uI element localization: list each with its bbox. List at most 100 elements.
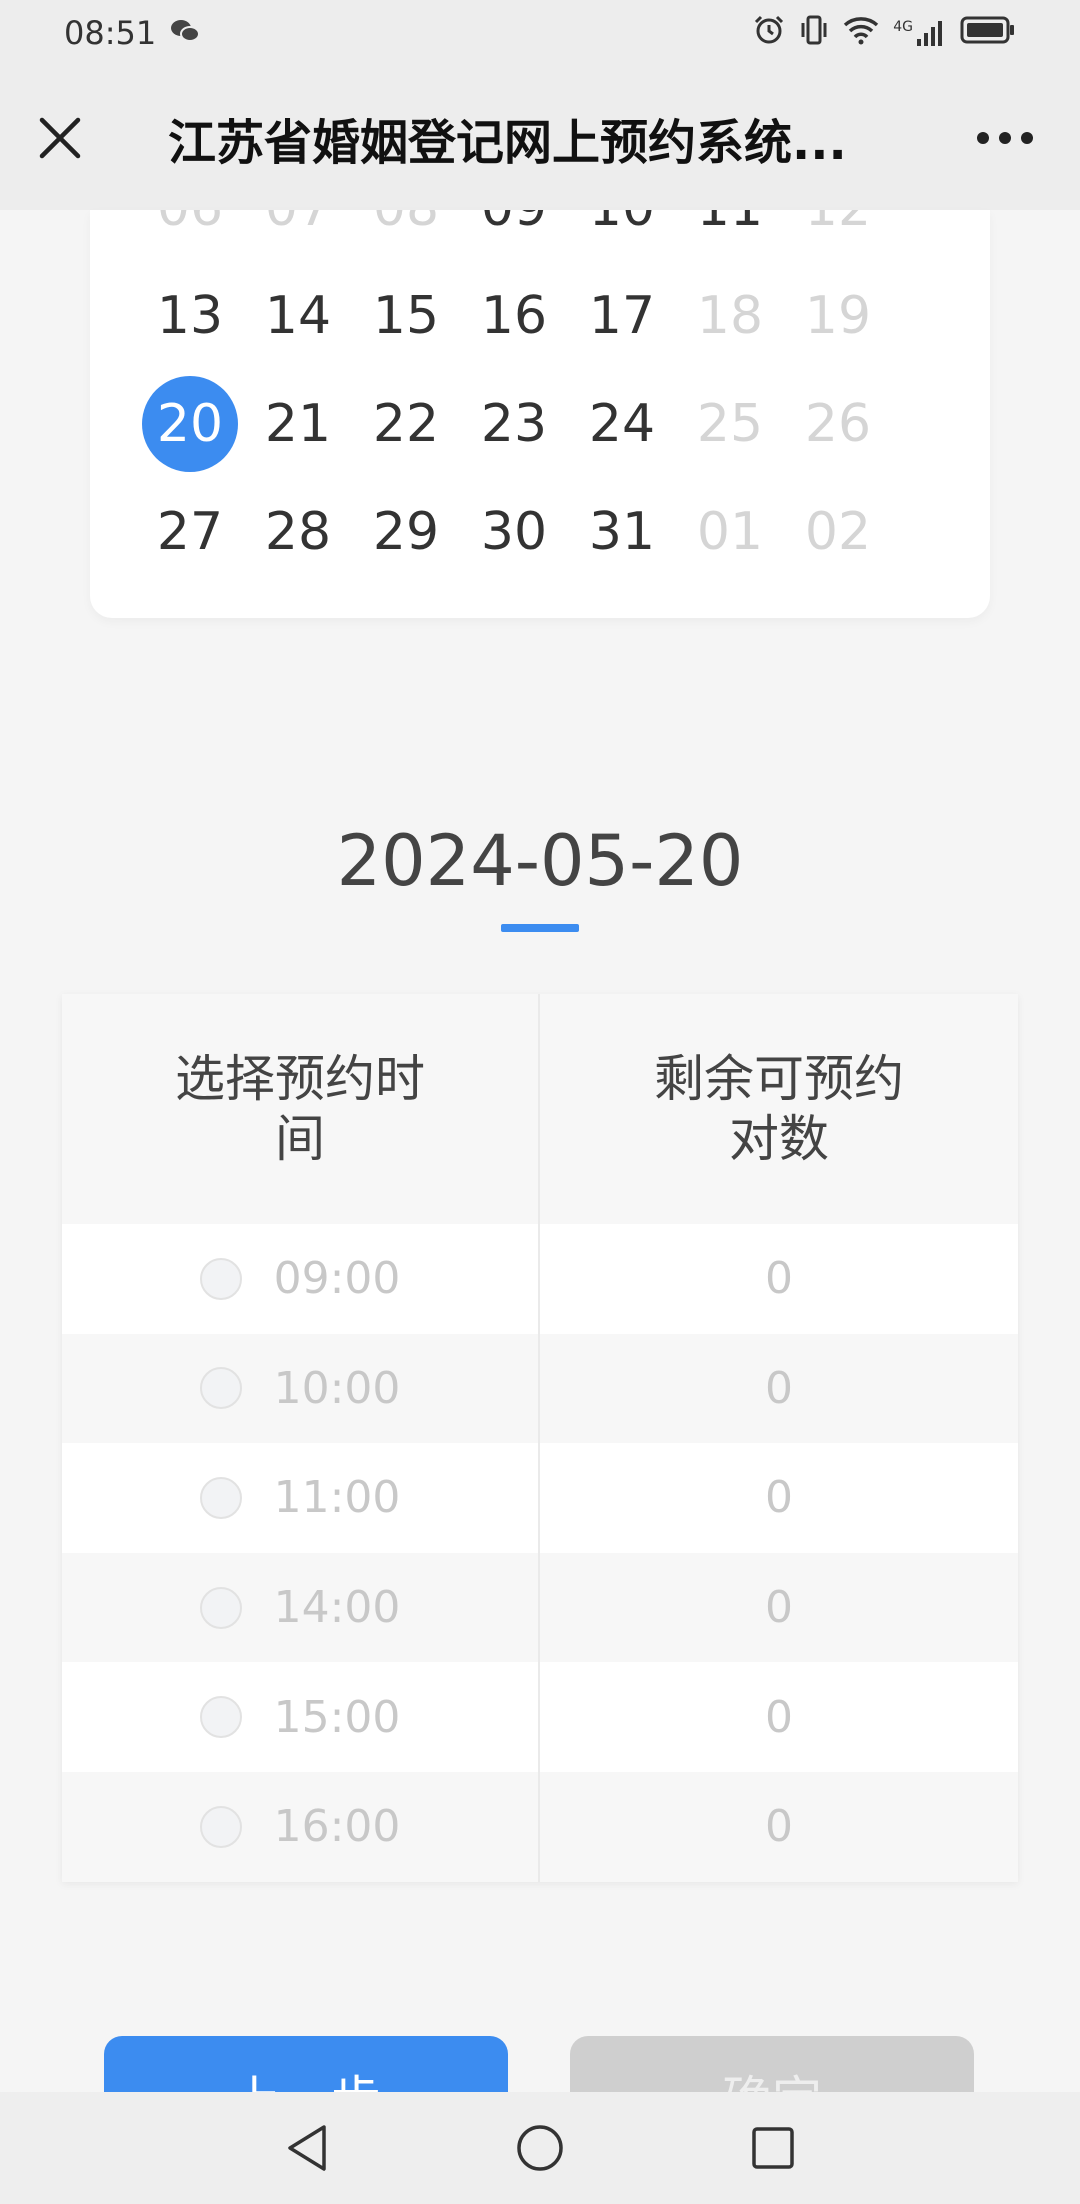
calendar-day[interactable]: 29 — [352, 478, 460, 586]
status-time: 08:51 — [64, 14, 157, 52]
network-type: 4G — [893, 19, 913, 35]
calendar-day-label: 31 — [588, 502, 656, 562]
status-bar: 08:51 4G — [0, 0, 1080, 66]
time-label: 14:00 — [273, 1582, 401, 1634]
calendar-day[interactable]: 23 — [460, 370, 568, 478]
remaining-cell: 0 — [765, 1582, 793, 1634]
date-underline — [501, 924, 579, 932]
calendar-day[interactable]: 16 — [460, 262, 568, 370]
calendar-day-label: 11 — [697, 210, 763, 238]
table-row: 09:00 0 — [62, 1224, 1018, 1334]
calendar-card: 06 07 08 09 10 11 12 13 14 15 16 17 18 19 20 21 22 23 24 25… — [90, 210, 990, 618]
calendar-day: 07 — [244, 210, 352, 262]
calendar-day-label: 26 — [804, 394, 872, 454]
calendar-day-label: 17 — [588, 286, 656, 346]
calendar-day-label: 06 — [157, 210, 223, 238]
more-button[interactable] — [930, 66, 1080, 210]
calendar-day-label: 01 — [696, 502, 764, 562]
calendar-day-selected[interactable]: 20 — [136, 370, 244, 478]
calendar-day: 25 — [676, 370, 784, 478]
time-slot-table: 选择预约时间 剩余可预约对数 09:00 0 10:00 0 11:00 0 14:00 0 1… — [62, 994, 1018, 1882]
time-radio[interactable] — [199, 1367, 242, 1410]
close-button[interactable] — [0, 66, 120, 210]
recents-button[interactable] — [733, 2108, 813, 2188]
table-row: 16:00 0 — [62, 1771, 1018, 1882]
time-cell[interactable]: 16:00 — [62, 1771, 540, 1882]
calendar-day-label: 14 — [264, 286, 332, 346]
back-button[interactable] — [267, 2108, 347, 2188]
more-icon — [977, 132, 989, 144]
time-radio[interactable] — [199, 1696, 242, 1739]
status-left: 08:51 — [64, 14, 201, 52]
calendar-day[interactable]: 15 — [352, 262, 460, 370]
calendar-day[interactable]: 09 — [460, 210, 568, 262]
calendar-day[interactable]: 17 — [568, 262, 676, 370]
table-row: 14:00 0 — [62, 1552, 1018, 1663]
calendar-day[interactable]: 21 — [244, 370, 352, 478]
recents-square-icon — [752, 2127, 795, 2169]
more-icon-dot — [1021, 132, 1033, 144]
calendar-day-label: 28 — [264, 502, 332, 562]
calendar-grid: 06 07 08 09 10 11 12 13 14 15 16 17 18 19 20 21 22 23 24 25… — [136, 210, 892, 586]
calendar-day-label: 21 — [264, 394, 332, 454]
calendar-day: 01 — [676, 478, 784, 586]
time-label: 16:00 — [273, 1801, 401, 1853]
time-radio[interactable] — [199, 1257, 242, 1300]
calendar-day[interactable]: 10 — [568, 210, 676, 262]
calendar-day[interactable]: 30 — [460, 478, 568, 586]
calendar-day[interactable]: 13 — [136, 262, 244, 370]
calendar-day-label: 12 — [805, 210, 871, 238]
calendar-day-label: 16 — [480, 286, 548, 346]
calendar-day-label: 22 — [372, 394, 440, 454]
remaining-cell: 0 — [765, 1362, 793, 1414]
calendar-day-label: 02 — [804, 502, 872, 562]
calendar-day-label: 15 — [372, 286, 440, 346]
calendar-day: 08 — [352, 210, 460, 262]
calendar-day[interactable]: 24 — [568, 370, 676, 478]
wechat-icon — [170, 14, 201, 52]
time-cell[interactable]: 15:00 — [62, 1662, 540, 1772]
calendar-day-label: 18 — [696, 286, 764, 346]
time-cell[interactable]: 09:00 — [62, 1224, 540, 1334]
time-radio[interactable] — [199, 1805, 242, 1848]
column-header-time: 选择预约时间 — [62, 994, 540, 1224]
page-title: 江苏省婚姻登记网上预约系统... — [168, 115, 847, 171]
time-cell[interactable]: 14:00 — [62, 1552, 540, 1663]
calendar-day-label: 10 — [589, 210, 655, 238]
calendar-day-label: 23 — [480, 394, 548, 454]
time-label: 10:00 — [273, 1362, 401, 1414]
calendar-day[interactable]: 31 — [568, 478, 676, 586]
navigation-bar — [0, 2092, 1080, 2204]
time-radio[interactable] — [199, 1586, 242, 1629]
time-label: 11:00 — [273, 1472, 401, 1524]
time-radio[interactable] — [199, 1476, 242, 1519]
calendar-day: 12 — [784, 210, 892, 262]
calendar-day[interactable]: 27 — [136, 478, 244, 586]
table-header: 选择预约时间 剩余可预约对数 — [62, 994, 1018, 1224]
calendar-day-label: 30 — [480, 502, 548, 562]
time-cell[interactable]: 11:00 — [62, 1443, 540, 1553]
calendar-day-label: 29 — [372, 502, 440, 562]
calendar-day-label: 19 — [804, 286, 872, 346]
calendar-day: 18 — [676, 262, 784, 370]
calendar-day-label: 25 — [696, 394, 764, 454]
calendar-day-label: 13 — [156, 286, 224, 346]
table-row: 15:00 0 — [62, 1662, 1018, 1772]
calendar-day: 06 — [136, 210, 244, 262]
home-button[interactable] — [500, 2108, 580, 2188]
remaining-cell: 0 — [765, 1253, 793, 1305]
calendar-day-label: 09 — [481, 210, 547, 238]
calendar-day-label: 08 — [373, 210, 439, 238]
time-cell[interactable]: 10:00 — [62, 1333, 540, 1444]
calendar-day[interactable]: 28 — [244, 478, 352, 586]
calendar-day[interactable]: 14 — [244, 262, 352, 370]
signal-icon: 4G — [893, 19, 946, 47]
status-right: 4G — [753, 14, 1016, 53]
remaining-cell: 0 — [765, 1801, 793, 1853]
calendar-day[interactable]: 11 — [676, 210, 784, 262]
remaining-cell: 0 — [765, 1472, 793, 1524]
table-row: 10:00 0 — [62, 1333, 1018, 1444]
time-label: 15:00 — [273, 1691, 401, 1743]
calendar-day[interactable]: 22 — [352, 370, 460, 478]
alarm-icon — [753, 14, 785, 53]
